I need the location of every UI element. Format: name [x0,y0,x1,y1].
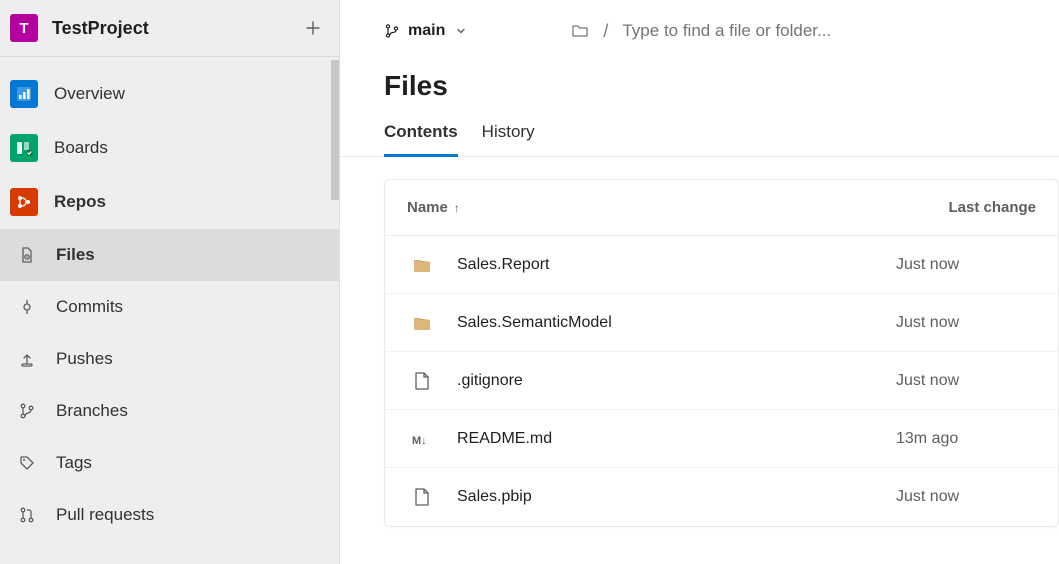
sub-label-pullrequests: Pull requests [56,505,154,525]
pushes-icon [16,348,38,370]
file-row[interactable]: Sales.pbipJust now [385,468,1058,526]
nav-item-repos[interactable]: Repos [0,175,339,229]
col-header-change[interactable]: Last change [896,199,1036,216]
path-search-input[interactable] [622,21,1059,41]
commits-icon [16,296,38,318]
file-row[interactable]: Sales.ReportJust now [385,236,1058,294]
sub-label-files: Files [56,245,95,265]
path-bar: main / [340,0,1059,50]
nav-label-boards: Boards [54,138,108,158]
sub-item-pushes[interactable]: Pushes [0,333,339,385]
nav-label-overview: Overview [54,84,125,104]
project-avatar[interactable]: T [10,14,38,42]
file-last-change: Just now [896,372,1036,390]
sidebar-header: T TestProject [0,0,339,57]
file-icon [411,370,433,392]
pull-requests-icon [16,504,38,526]
folder-icon [411,312,433,334]
file-name: Sales.Report [457,256,896,274]
project-name[interactable]: TestProject [52,18,285,39]
sub-item-pullrequests[interactable]: Pull requests [0,489,339,541]
branch-icon [384,23,400,39]
file-last-change: Just now [896,488,1036,506]
chevron-down-icon [455,25,467,37]
tabs: Contents History [340,110,1059,157]
branches-icon [16,400,38,422]
file-last-change: 13m ago [896,430,1036,448]
sub-item-files[interactable]: Files [0,229,339,281]
sort-ascending-icon: ↑ [454,201,460,215]
sub-item-branches[interactable]: Branches [0,385,339,437]
sidebar-scrollbar[interactable] [331,60,339,200]
file-name: README.md [457,430,896,448]
branch-name: main [408,22,445,40]
tags-icon [16,452,38,474]
nav-item-overview[interactable]: Overview [0,67,339,121]
col-header-name[interactable]: Name ↑ [407,199,896,216]
sub-item-commits[interactable]: Commits [0,281,339,333]
file-last-change: Just now [896,314,1036,332]
file-name: Sales.pbip [457,488,896,506]
tab-contents[interactable]: Contents [384,122,458,157]
col-header-name-label: Name [407,199,448,216]
add-button[interactable] [299,14,327,42]
root-folder-icon[interactable] [571,21,589,42]
file-rows: Sales.ReportJust nowSales.SemanticModelJ… [385,236,1058,526]
tab-history[interactable]: History [482,122,535,156]
plus-icon [305,20,321,36]
repos-sub-list: Files Commits Pushes Branches Tags [0,229,339,541]
sub-label-branches: Branches [56,401,128,421]
folder-icon [411,254,433,276]
page-title: Files [340,50,1059,110]
file-row[interactable]: .gitignoreJust now [385,352,1058,410]
file-table-header: Name ↑ Last change [385,180,1058,236]
markdown-icon: M↓ [411,428,433,450]
files-icon [16,244,38,266]
nav-label-repos: Repos [54,192,106,212]
branch-selector[interactable]: main [384,22,467,40]
path-separator: / [603,21,608,42]
file-table-wrap: Name ↑ Last change Sales.ReportJust nowS… [340,157,1059,527]
file-row[interactable]: M↓ README.md13m ago [385,410,1058,468]
file-row[interactable]: Sales.SemanticModelJust now [385,294,1058,352]
sidebar: T TestProject Overview Boards Repos [0,0,340,564]
nav-list: Overview Boards Repos [0,57,339,229]
sub-item-tags[interactable]: Tags [0,437,339,489]
file-name: Sales.SemanticModel [457,314,896,332]
file-icon [411,486,433,508]
sub-label-commits: Commits [56,297,123,317]
file-last-change: Just now [896,256,1036,274]
file-table: Name ↑ Last change Sales.ReportJust nowS… [384,179,1059,527]
sub-label-tags: Tags [56,453,92,473]
repos-icon [10,188,38,216]
overview-icon [10,80,38,108]
sub-label-pushes: Pushes [56,349,113,369]
boards-icon [10,134,38,162]
file-name: .gitignore [457,372,896,390]
main: main / Files Contents History Name ↑ Las… [340,0,1059,564]
svg-text:M↓: M↓ [412,435,427,447]
nav-item-boards[interactable]: Boards [0,121,339,175]
